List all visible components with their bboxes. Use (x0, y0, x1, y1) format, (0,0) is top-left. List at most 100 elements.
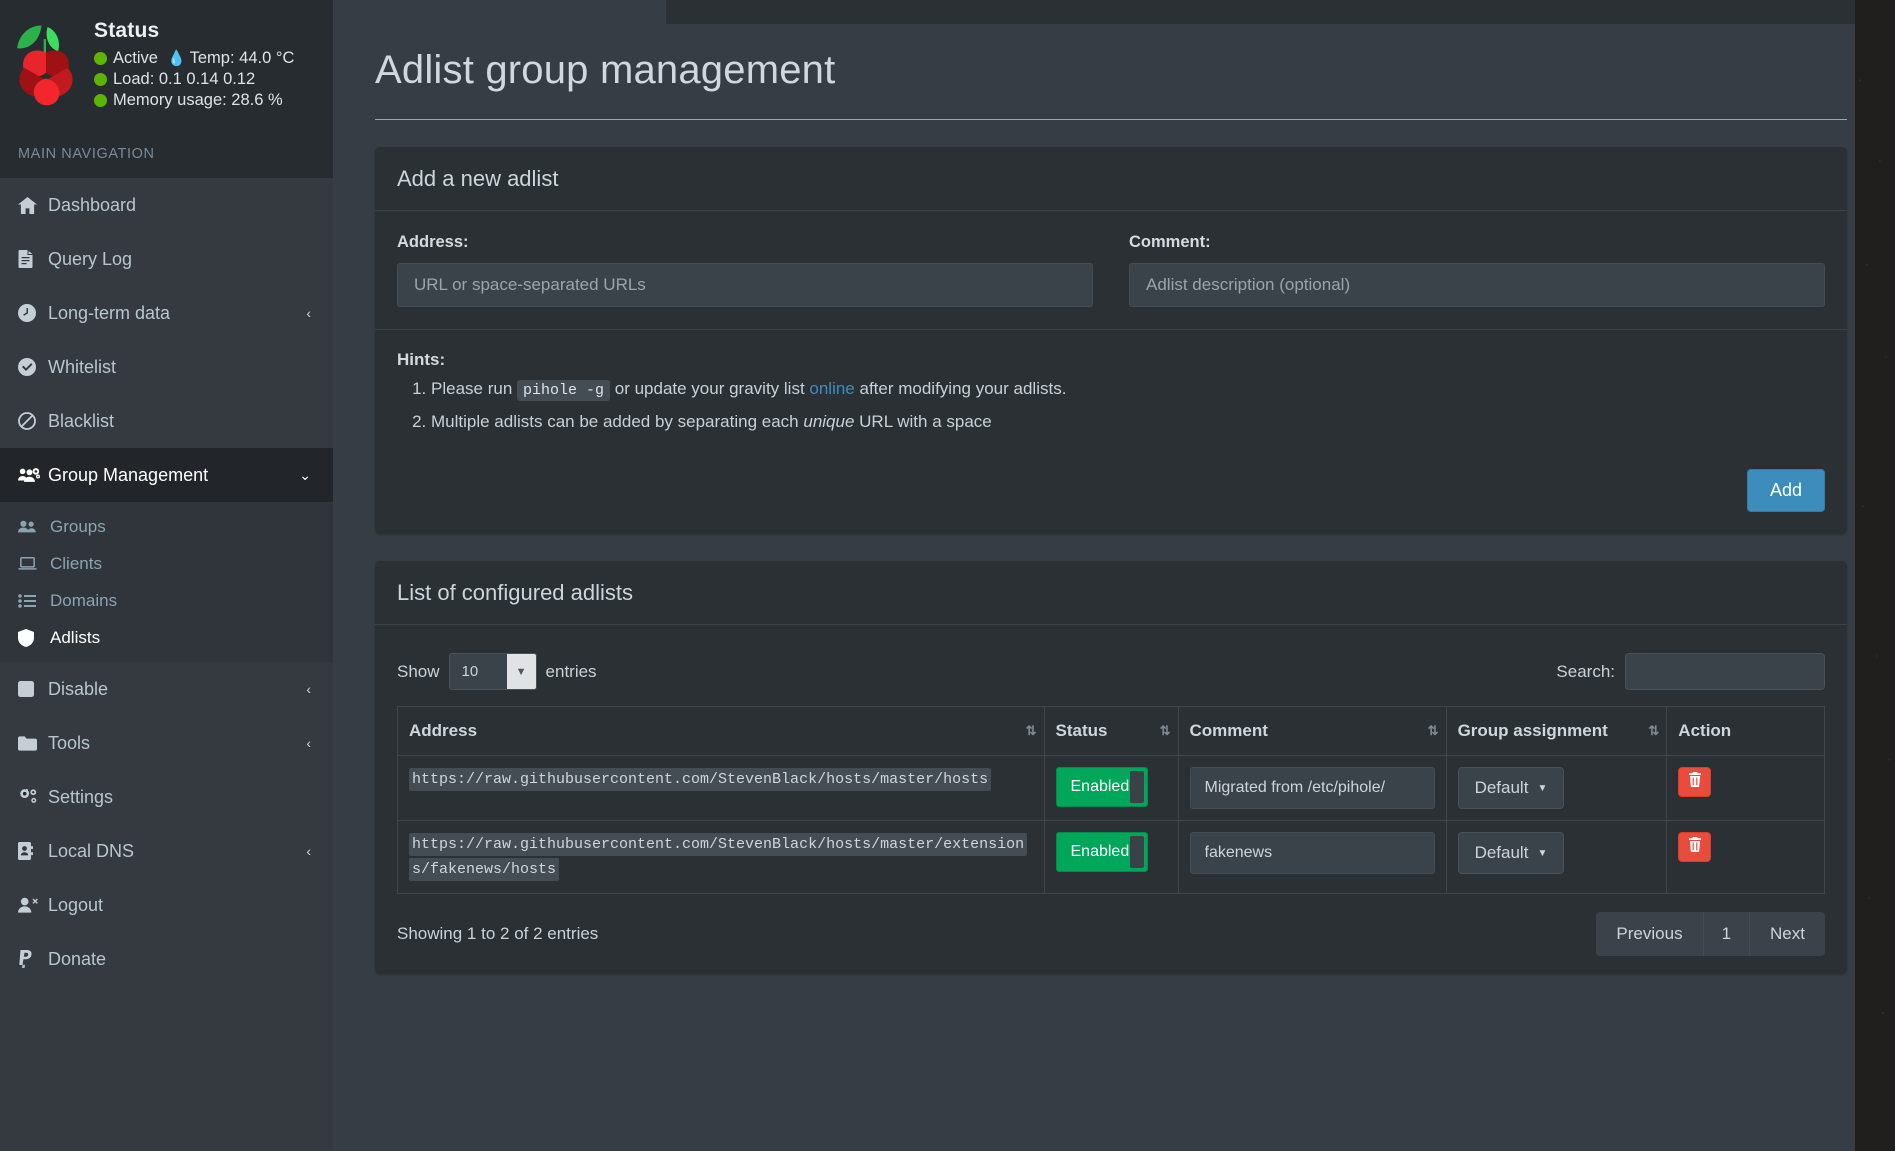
sort-icon: ⇅ (1159, 723, 1171, 738)
sidebar-item-blacklist[interactable]: Blacklist (0, 394, 333, 448)
sidebar-item-label: Settings (48, 786, 114, 807)
pagination-previous[interactable]: Previous (1596, 912, 1704, 956)
sort-icon: ⇅ (1025, 723, 1037, 738)
show-label: Show (397, 661, 440, 681)
sidebar-item-tools[interactable]: Tools ‹ (0, 716, 333, 770)
gravity-online-link[interactable]: online (809, 379, 854, 398)
stop-square-icon (18, 681, 48, 697)
group-assignment-label: Default (1474, 778, 1529, 797)
status-temp-label: Temp: 44.0 °C (189, 49, 295, 67)
add-adlist-form-row: Address: Comment: (397, 233, 1825, 307)
delete-row-button[interactable] (1678, 832, 1712, 862)
group-assignment-dropdown[interactable]: Default ▼ (1457, 767, 1565, 809)
page-length-select-wrap: 10 25 50 100 All ▼ (448, 653, 537, 690)
row-comment-input[interactable] (1189, 832, 1435, 874)
sidebar-item-dashboard[interactable]: Dashboard (0, 178, 333, 232)
sidebar-item-label: Logout (48, 894, 104, 915)
sidebar-item-label: Tools (48, 732, 91, 753)
column-label: Action (1678, 721, 1732, 740)
hint2-post: URL with a space (854, 412, 992, 431)
table-row: https://raw.githubusercontent.com/Steven… (397, 820, 1825, 894)
hints-title: Hints: (397, 350, 446, 369)
status-toggle-button[interactable]: Enabled (1055, 767, 1149, 807)
cell-action (1666, 755, 1825, 821)
table-search-control: Search: (1556, 653, 1825, 690)
sidebar-item-whitelist[interactable]: Whitelist (0, 340, 333, 394)
sidebar-item-disable[interactable]: Disable ‹ (0, 662, 333, 716)
sidebar-item-label: Dashboard (48, 194, 137, 215)
sidebar-item-query-log[interactable]: Query Log (0, 232, 333, 286)
sidebar-item-local-dns[interactable]: Local DNS ‹ (0, 824, 333, 878)
table-row: https://raw.githubusercontent.com/Steven… (397, 755, 1825, 821)
sidebar-item-adlists[interactable]: Adlists (0, 619, 333, 656)
status-text-block: Status Active 💧 Temp: 44.0 °C Load: 0.1 … (84, 19, 294, 111)
chevron-down-icon: ⌄ (299, 466, 311, 483)
gears-icon (18, 788, 48, 806)
hint2-pre: Multiple adlists can be added by separat… (431, 412, 804, 431)
page-length-control: Show 10 25 50 100 All ▼ (397, 653, 597, 690)
column-header-group-assignment[interactable]: Group assignment ⇅ (1445, 706, 1668, 756)
folder-icon (18, 735, 48, 751)
entries-label: entries (545, 661, 597, 681)
sidebar-item-label: Local DNS (48, 840, 135, 861)
comment-field-group: Comment: (1129, 233, 1825, 307)
trash-icon (1688, 772, 1702, 792)
delete-row-button[interactable] (1678, 767, 1712, 797)
table-pagination: Previous 1 Next (1596, 912, 1825, 956)
hint-item-2: Multiple adlists can be added by separat… (431, 410, 1825, 434)
status-memory-label: Memory usage: 28.6 % (113, 91, 283, 109)
column-header-status[interactable]: Status ⇅ (1043, 706, 1179, 756)
clock-icon (18, 304, 48, 322)
cell-group-assignment: Default ▼ (1445, 820, 1668, 894)
sidebar-subitem-label: Groups (50, 516, 106, 536)
address-book-icon (18, 842, 48, 860)
sidebar-item-clients[interactable]: Clients (0, 545, 333, 582)
sidebar-subitem-label: Domains (50, 590, 118, 610)
comment-label: Comment: (1129, 233, 1211, 251)
sidebar-item-label: Blacklist (48, 410, 115, 431)
status-active-line: Active 💧 Temp: 44.0 °C (94, 48, 294, 69)
column-label: Address (409, 721, 478, 740)
status-active-label: Active (113, 49, 158, 67)
sidebar-nav-list-secondary: Disable ‹ Tools ‹ Settings Local DNS ‹ L… (0, 662, 333, 986)
hint-item-1: Please run pihole -g or update your grav… (431, 377, 1825, 403)
adlist-table-panel: List of configured adlists Show 10 25 50 (375, 561, 1847, 974)
status-toggle-button[interactable]: Enabled (1055, 832, 1149, 872)
sidebar-item-label: Donate (48, 948, 107, 969)
sidebar-item-donate[interactable]: Donate (0, 932, 333, 986)
table-footer: Showing 1 to 2 of 2 entries Previous 1 N… (397, 894, 1825, 964)
sidebar-item-group-management[interactable]: Group Management ⌄ (0, 448, 333, 502)
status-load-line: Load: 0.1 0.14 0.12 (94, 69, 294, 90)
cell-comment (1177, 755, 1447, 821)
sidebar-item-settings[interactable]: Settings (0, 770, 333, 824)
user-times-icon (18, 897, 48, 914)
page-length-select[interactable]: 10 25 50 100 All (448, 653, 537, 690)
group-assignment-label: Default (1474, 843, 1529, 862)
table-header-row: Address ⇅ Status ⇅ Comment ⇅ Group assig… (397, 706, 1825, 756)
column-header-comment[interactable]: Comment ⇅ (1177, 706, 1447, 756)
ban-icon (18, 412, 48, 430)
column-header-address[interactable]: Address ⇅ (397, 706, 1045, 756)
main-content: Adlist group management Add a new adlist… (333, 0, 1895, 1151)
row-comment-input[interactable] (1189, 767, 1435, 809)
sidebar-item-logout[interactable]: Logout (0, 878, 333, 932)
shield-icon (18, 628, 50, 647)
address-input[interactable] (397, 263, 1093, 307)
pagination-page-1[interactable]: 1 (1704, 912, 1751, 956)
add-button[interactable]: Add (1746, 469, 1825, 512)
comment-input[interactable] (1129, 263, 1825, 307)
search-input[interactable] (1625, 653, 1825, 690)
paypal-icon (18, 950, 48, 968)
hint1-mid: or update your gravity list (610, 379, 810, 398)
sidebar-nav-list: Dashboard Query Log Long-term data ‹ Whi… (0, 178, 333, 502)
pihole-logo-icon (8, 18, 84, 112)
cell-address: https://raw.githubusercontent.com/Steven… (397, 820, 1045, 894)
address-field-group: Address: (397, 233, 1093, 307)
hints-list: Please run pihole -g or update your grav… (431, 377, 1825, 434)
sidebar-item-long-term-data[interactable]: Long-term data ‹ (0, 286, 333, 340)
sidebar-item-domains[interactable]: Domains (0, 582, 333, 619)
sidebar-item-groups[interactable]: Groups (0, 508, 333, 545)
group-assignment-dropdown[interactable]: Default ▼ (1457, 832, 1565, 874)
column-label: Status (1055, 721, 1108, 740)
pagination-next[interactable]: Next (1750, 912, 1825, 956)
